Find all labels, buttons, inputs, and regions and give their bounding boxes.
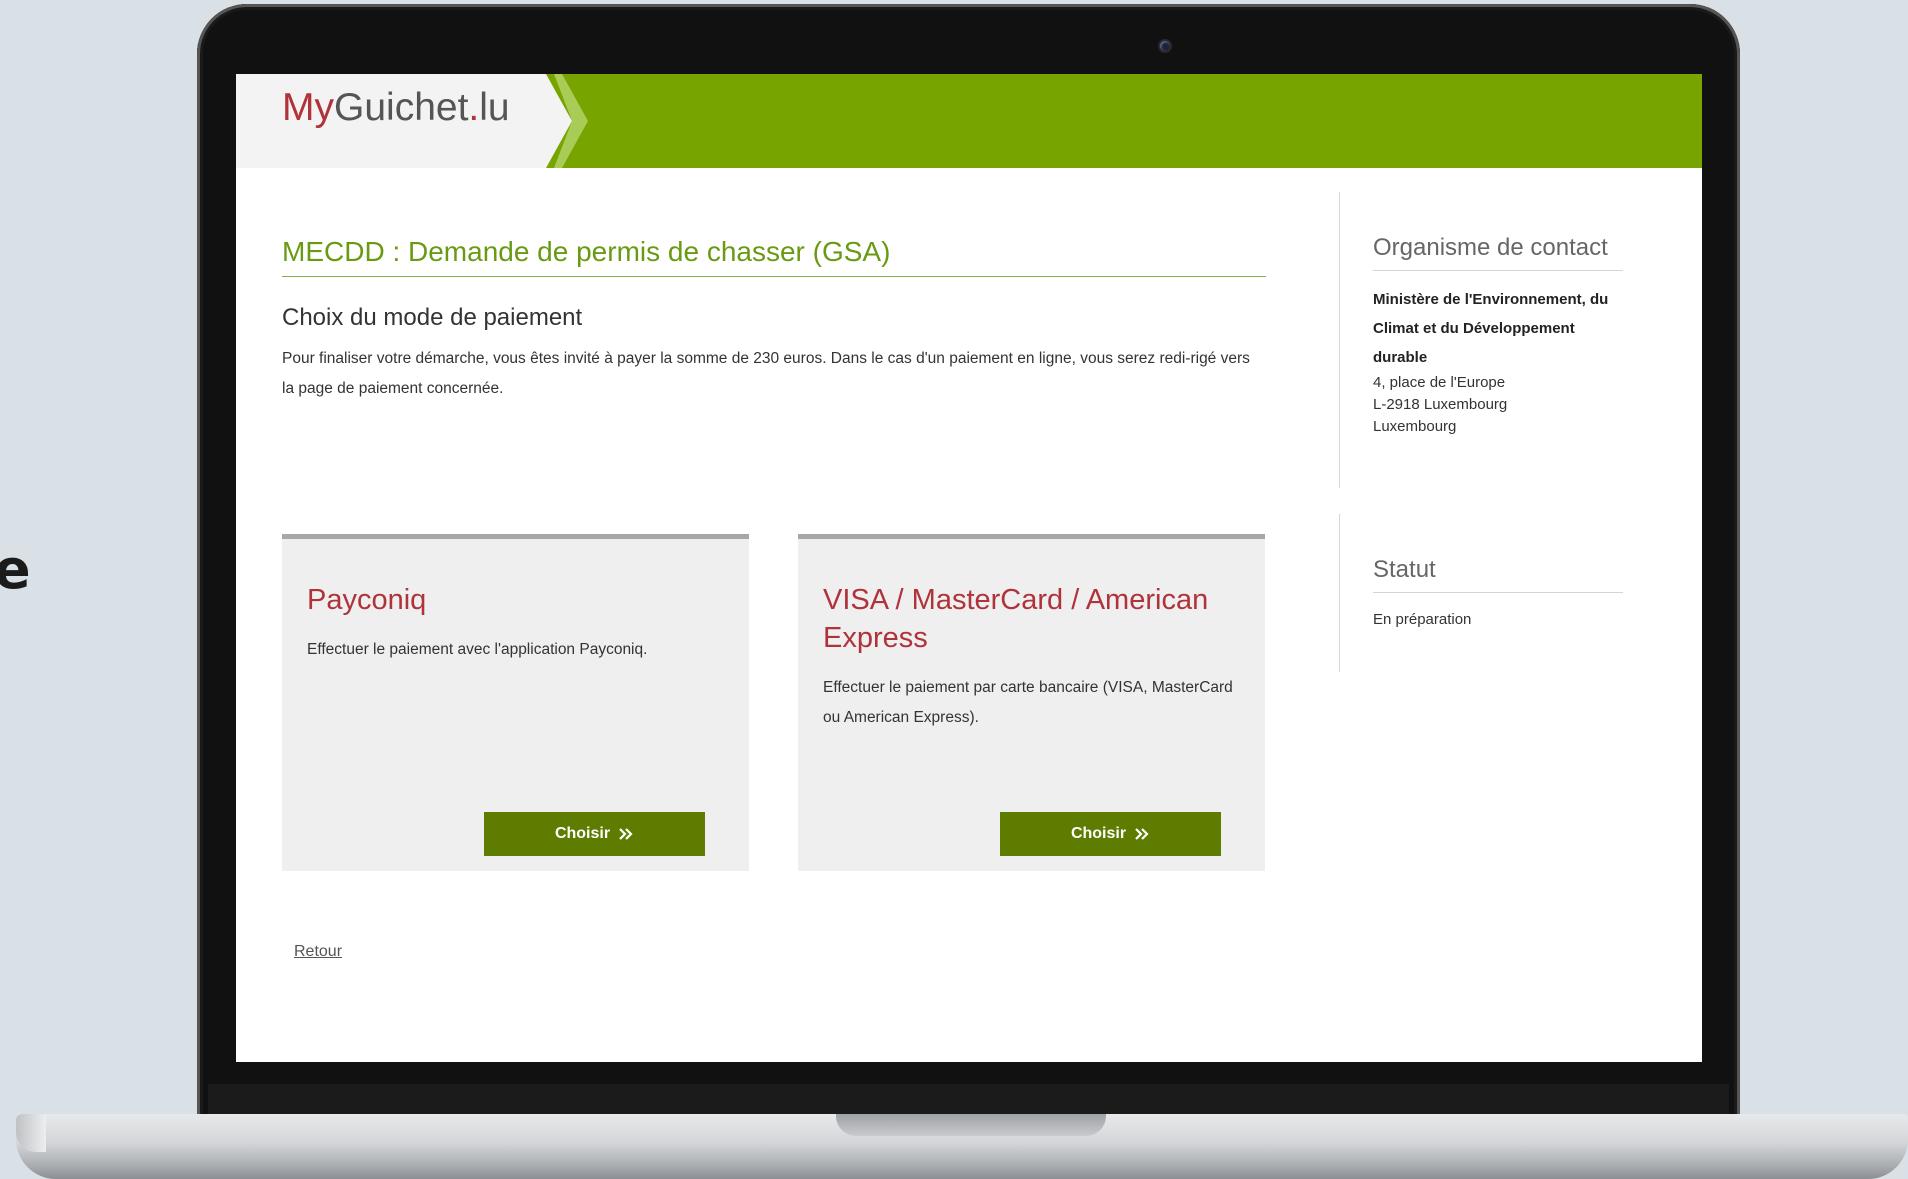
logo-lu: lu [479, 86, 510, 129]
status-block: Statut En préparation [1373, 556, 1623, 628]
logo-my: My [282, 86, 334, 129]
camera-icon [1160, 41, 1170, 51]
org-name: Ministère de l'Environnement, du Climat … [1373, 291, 1609, 366]
page-title: MECDD : Demande de permis de chasser (GS… [282, 236, 1266, 277]
button-label: Choisir [1070, 825, 1127, 842]
card-title: Payconiq [307, 584, 427, 616]
address-line: 4, place de l'Europe [1373, 374, 1506, 391]
sidebar-divider [1339, 514, 1340, 672]
double-chevron-right-icon [619, 828, 633, 840]
payment-card-card: VISA / MasterCard / American Express Eff… [798, 534, 1265, 871]
contact-block: Organisme de contact Ministère de l'Envi… [1373, 234, 1623, 438]
browser-screen: MyGuichet.lu MECDD : Demande de permis d… [236, 74, 1702, 1062]
address-line: Luxembourg [1373, 418, 1457, 435]
intro-text: Pour finaliser votre démarche, vous êtes… [282, 350, 1250, 397]
laptop-notch [836, 1114, 1106, 1136]
laptop-bezel [208, 1084, 1729, 1114]
logo-dot: . [468, 86, 480, 129]
site-logo[interactable]: MyGuichet.lu [282, 86, 510, 130]
section-title: Choix du mode de paiement [282, 304, 583, 331]
card-title: VISA / MasterCard / American Express [823, 584, 1209, 654]
double-chevron-right-icon [1135, 828, 1149, 840]
status-title: Statut [1373, 556, 1623, 593]
status-value: En préparation [1373, 611, 1472, 628]
button-label: Choisir [554, 825, 611, 842]
address-line: L-2918 Luxembourg [1373, 396, 1508, 413]
card-description: Effectuer le paiement par carte bancaire… [823, 679, 1233, 726]
back-link[interactable]: Retour [294, 943, 342, 961]
contact-title: Organisme de contact [1373, 234, 1623, 271]
choose-card-button[interactable]: Choisir [1000, 812, 1221, 856]
logo-guichet: Guichet [334, 86, 469, 129]
card-description: Effectuer le paiement avec l'application… [307, 641, 648, 658]
site-header: MyGuichet.lu [236, 74, 1702, 168]
choose-payconiq-button[interactable]: Choisir [484, 812, 705, 856]
partial-text: e [0, 538, 31, 601]
payment-card-payconiq: Payconiq Effectuer le paiement avec l'ap… [282, 534, 749, 871]
sidebar-divider [1339, 192, 1340, 488]
